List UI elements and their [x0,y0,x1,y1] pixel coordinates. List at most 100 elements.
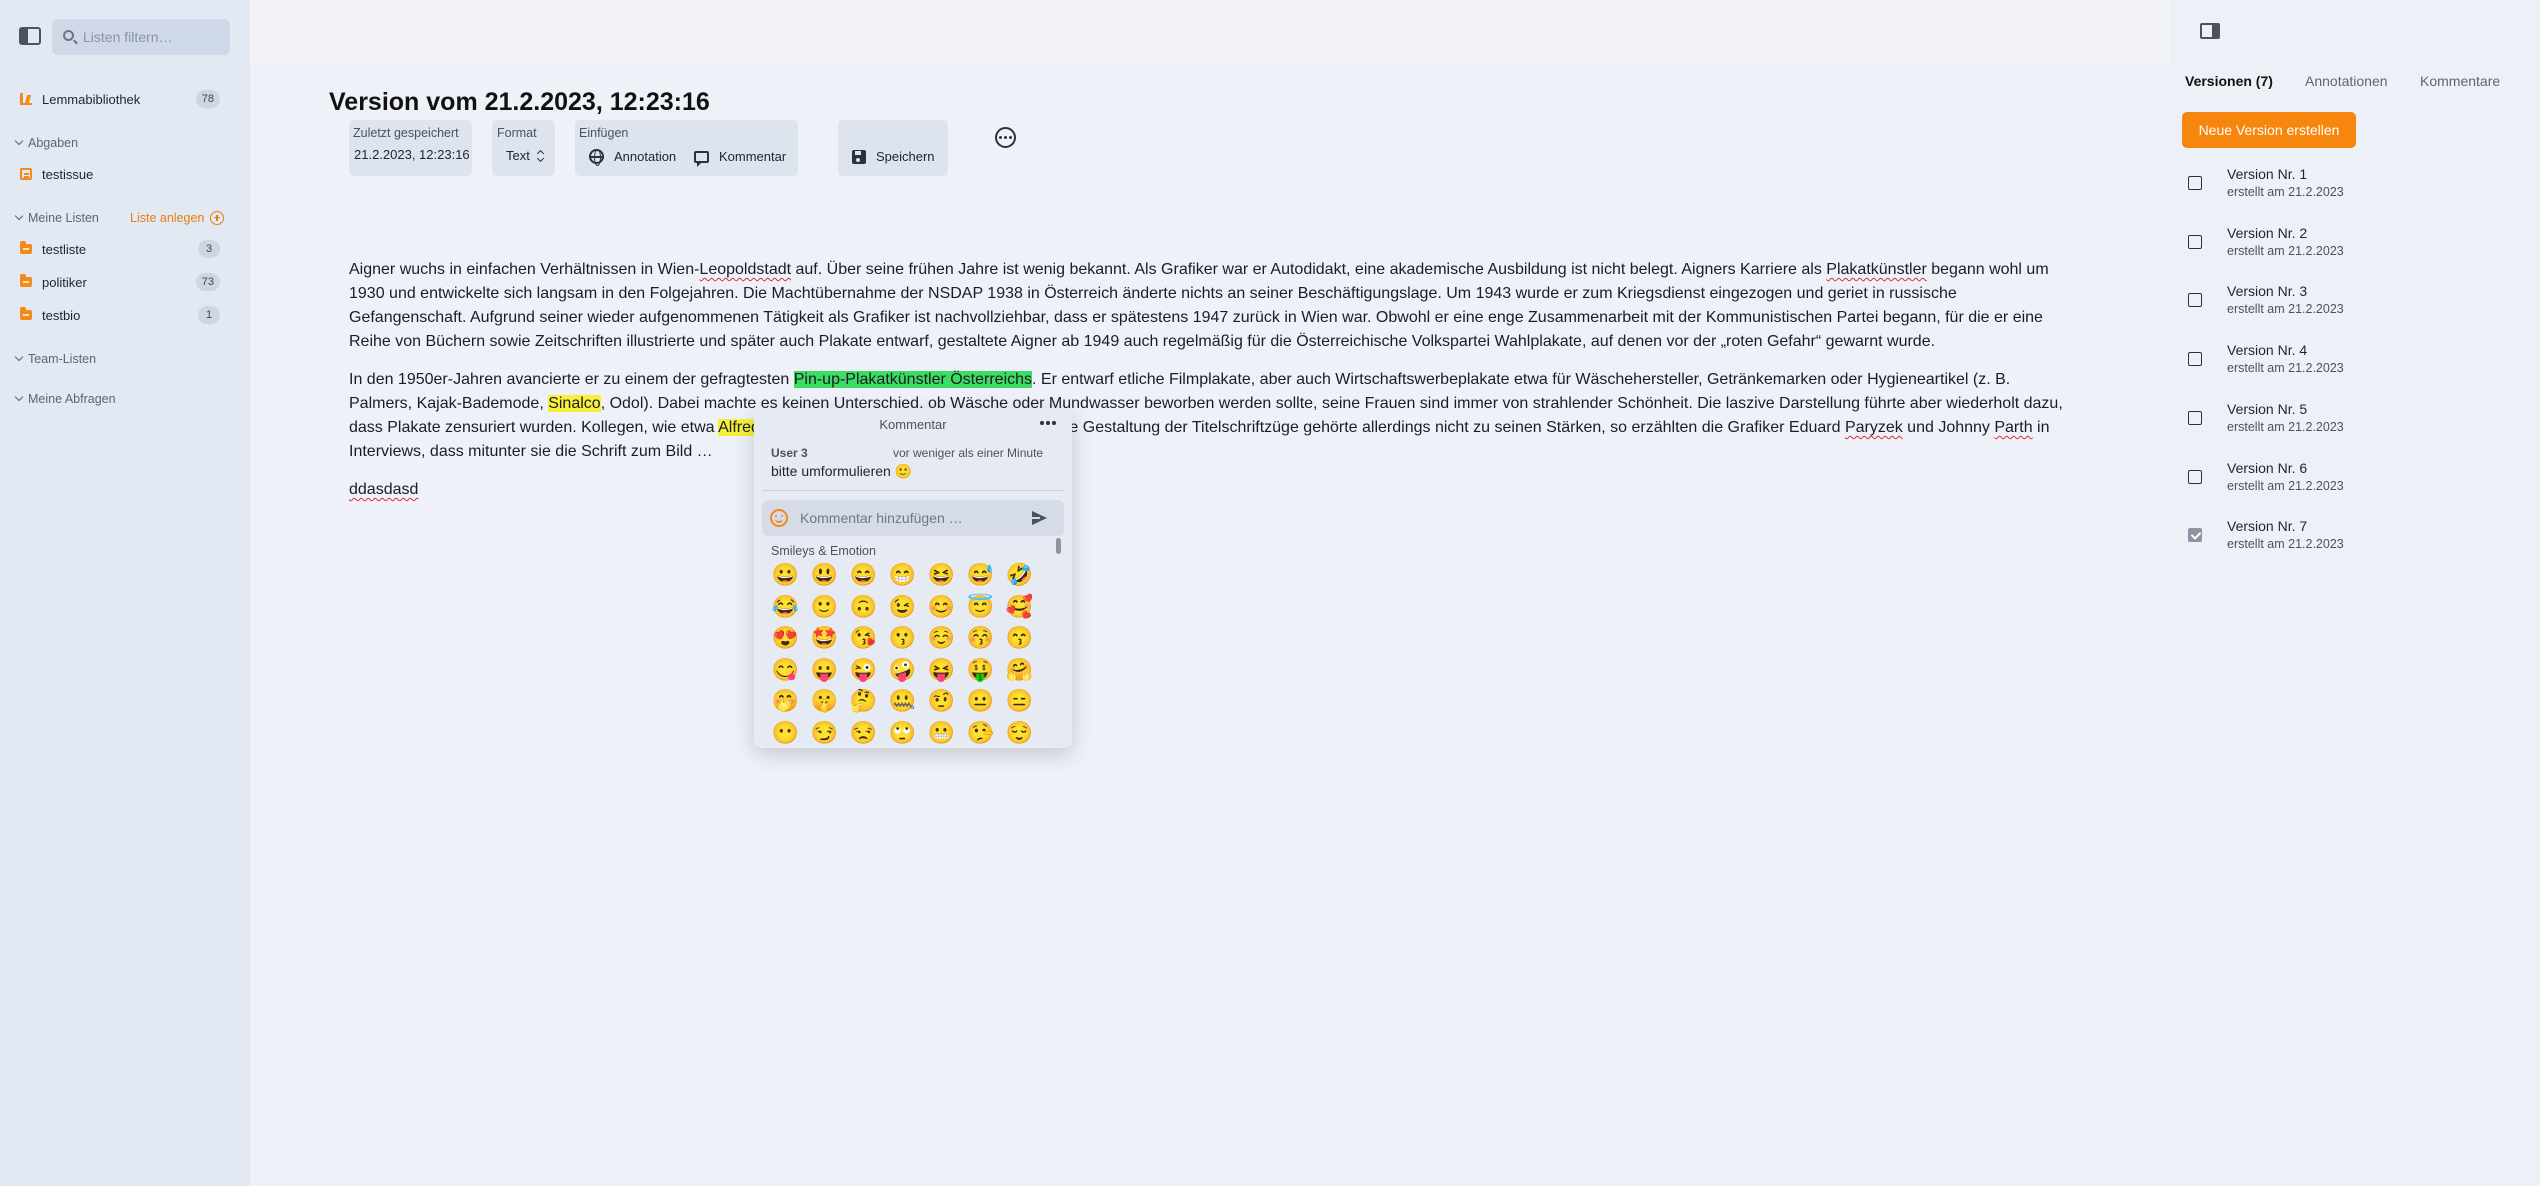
new-version-button[interactable]: Neue Version erstellen [2182,112,2356,148]
annotation-highlight[interactable]: Sinalco [548,395,601,412]
more-options-icon[interactable] [1040,421,1056,425]
emoji-option[interactable]: 🤗 [1000,654,1039,686]
emoji-option[interactable]: 😂 [766,591,805,623]
top-strip [250,0,2170,65]
send-icon[interactable] [1032,511,1047,525]
emoji-option[interactable]: 😘 [844,622,883,654]
emoji-option[interactable]: 😙 [1000,622,1039,654]
emoji-option[interactable]: 😁 [883,559,922,591]
version-checkbox[interactable] [2188,293,2202,308]
emoji-option[interactable]: 😗 [883,622,922,654]
divider [762,490,1064,491]
comment-highlight[interactable]: Pin-up-Plakatkünstler Österreichs [793,371,1033,388]
tab-kommentare[interactable]: Kommentare [2420,73,2500,89]
add-list-button[interactable]: Liste anlegen [130,208,225,228]
editor-body[interactable]: Aigner wuchs in einfachen Verhältnissen … [349,258,2069,516]
emoji-option[interactable]: 🤐 [883,685,922,717]
section-team-listen[interactable]: Team-Listen [14,349,96,369]
version-checkbox[interactable] [2188,234,2202,249]
version-item[interactable]: Version Nr. 2 erstellt am 21.2.2023 [2170,219,2540,269]
format-select[interactable]: Text [506,148,545,163]
version-date: erstellt am 21.2.2023 [2227,185,2344,199]
emoji-section-title: Smileys & Emotion [771,544,876,558]
chevron-down-icon [14,136,24,146]
emoji-option[interactable]: 😆 [922,559,961,591]
version-title: Version Nr. 5 [2227,400,2308,417]
scrollbar[interactable] [1056,538,1061,554]
emoji-option[interactable]: 🤨 [922,685,961,717]
emoji-option[interactable]: 🙂 [805,591,844,623]
emoji-option[interactable]: 😀 [766,559,805,591]
emoji-option[interactable]: 🙄 [883,717,922,749]
version-item[interactable]: Version Nr. 4 erstellt am 21.2.2023 [2170,336,2540,386]
version-checkbox[interactable] [2188,528,2202,543]
last-saved-value: 21.2.2023, 12:23:16 [354,147,470,162]
section-meine-abfragen[interactable]: Meine Abfragen [14,389,116,409]
emoji-option[interactable]: 🥰 [1000,591,1039,623]
panel-toggle-icon[interactable] [2200,23,2220,39]
save-button[interactable]: Speichern [852,149,935,164]
emoji-option[interactable]: 😚 [961,622,1000,654]
version-item[interactable]: Version Nr. 5 erstellt am 21.2.2023 [2170,395,2540,445]
emoji-option[interactable]: 😏 [805,717,844,749]
emoji-option[interactable]: 😋 [766,654,805,686]
emoji-option[interactable]: 🤑 [961,654,1000,686]
emoji-option[interactable]: 🤣 [1000,559,1039,591]
emoji-option[interactable]: 😇 [961,591,1000,623]
sidebar-item-politiker[interactable]: politiker 73 [20,270,220,294]
sidebar-item-testliste[interactable]: testliste 3 [20,237,220,261]
emoji-option[interactable]: 😃 [805,559,844,591]
sidebar-toggle-icon[interactable] [19,27,41,45]
version-item[interactable]: Version Nr. 3 erstellt am 21.2.2023 [2170,277,2540,327]
emoji-option[interactable]: 😄 [844,559,883,591]
more-options-icon[interactable] [995,127,1016,148]
emoji-option[interactable]: 😶 [766,717,805,749]
emoji-option[interactable]: 🤥 [961,717,1000,749]
tab-versionen[interactable]: Versionen (7) [2185,73,2273,89]
list-filter[interactable] [52,19,230,55]
emoji-option[interactable]: 😊 [922,591,961,623]
section-abgaben[interactable]: Abgaben [14,133,78,153]
version-date: erstellt am 21.2.2023 [2227,243,2344,258]
annotation-label: Annotation [614,149,677,164]
sidebar-item-testissue[interactable]: testissue [20,162,220,186]
emoji-option[interactable]: 🤩 [805,622,844,654]
list-filter-input[interactable] [83,19,223,55]
emoji-option[interactable]: 😌 [1000,717,1039,749]
emoji-option[interactable]: 😜 [844,654,883,686]
emoji-option[interactable]: 😍 [766,622,805,654]
version-checkbox[interactable] [2188,176,2202,190]
section-meine-listen[interactable]: Meine Listen [14,208,99,228]
annotation-button[interactable]: Annotation [589,149,677,166]
emoji-option[interactable]: 🤭 [766,685,805,717]
emoji-option[interactable]: ☺️ [922,622,961,654]
emoji-option[interactable]: 😉 [883,591,922,623]
misspelled-word: Parth [1994,419,2033,436]
sidebar-item-lemmabibliothek[interactable]: Lemmabibliothek 78 [20,87,220,111]
emoji-option[interactable]: 😐 [961,685,1000,717]
version-checkbox[interactable] [2188,352,2202,367]
version-item[interactable]: Version Nr. 6 erstellt am 21.2.2023 [2170,454,2540,504]
emoji-option[interactable]: 🙃 [844,591,883,623]
emoji-option[interactable]: 😒 [844,717,883,749]
emoji-option[interactable]: 😝 [922,654,961,686]
version-title: Version Nr. 6 [2227,459,2308,476]
version-checkbox[interactable] [2188,410,2202,425]
version-item[interactable]: Version Nr. 7 erstellt am 21.2.2023 [2170,512,2540,562]
version-item[interactable]: Version Nr. 1 erstellt am 21.2.2023 [2170,160,2540,210]
emoji-option[interactable]: 😬 [922,717,961,749]
tab-annotationen[interactable]: Annotationen [2305,73,2388,89]
emoji-picker-icon[interactable] [770,509,788,527]
emoji-option[interactable]: 😛 [805,654,844,686]
comment-input[interactable] [800,500,1020,536]
emoji-option[interactable]: 🤔 [844,685,883,717]
emoji-option[interactable]: 😅 [961,559,1000,591]
version-checkbox[interactable] [2188,469,2202,484]
issue-icon [20,168,32,180]
comment-button[interactable]: Kommentar [694,149,786,167]
emoji-option[interactable]: 😑 [1000,685,1039,717]
emoji-option[interactable]: 🤪 [883,654,922,686]
emoji-option[interactable]: 🤫 [805,685,844,717]
comment-timestamp: vor weniger als einer Minute [893,446,1044,460]
sidebar-item-testbio[interactable]: testbio 1 [20,303,220,327]
